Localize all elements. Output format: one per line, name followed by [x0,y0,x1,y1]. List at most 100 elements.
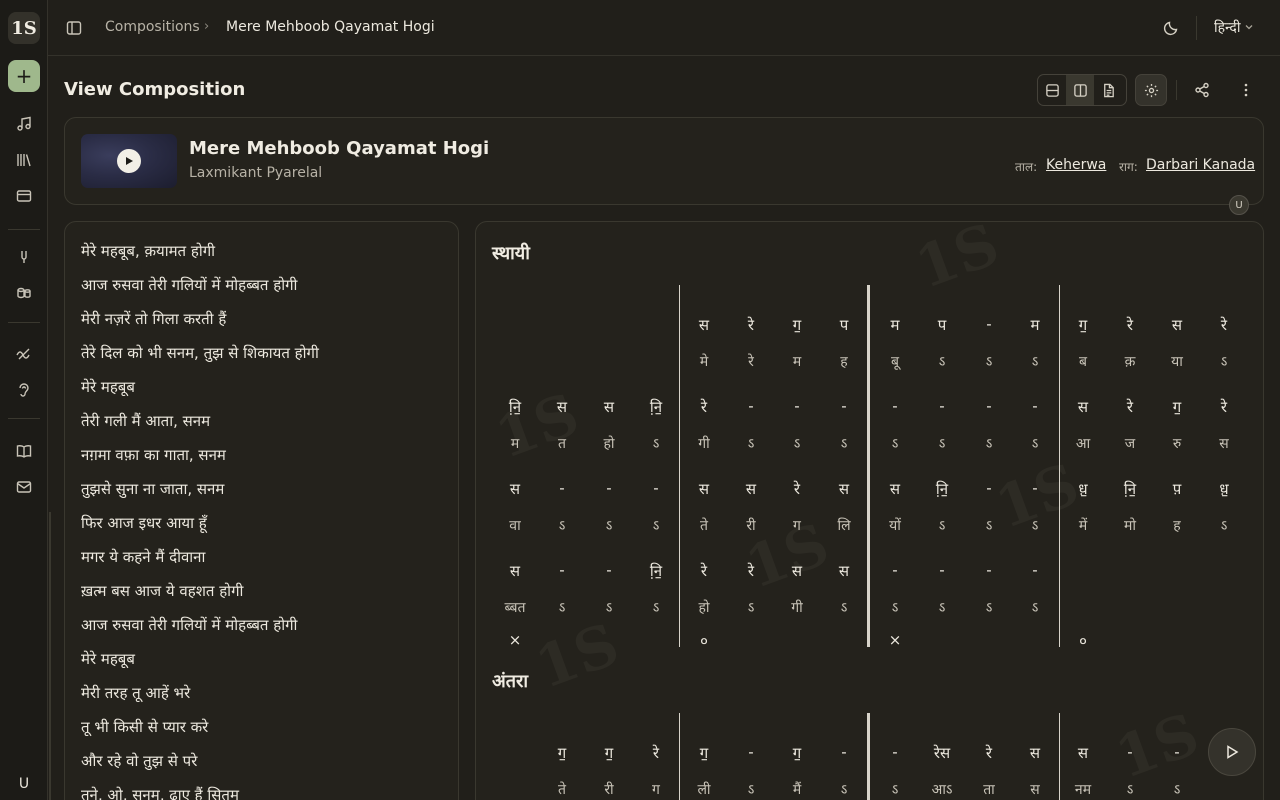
mail-icon[interactable] [14,477,34,497]
swara-cell[interactable]: - [1157,743,1197,761]
breadcrumb-compositions[interactable]: Compositions [105,19,200,35]
swara-cell[interactable]: प [824,315,864,335]
app-logo[interactable]: 1S [8,12,40,44]
sidebar-toggle-icon[interactable] [66,20,82,36]
swara-cell[interactable]: रे [731,561,771,581]
new-composition-button[interactable]: + [8,60,40,92]
swara-cell[interactable]: - [636,479,676,497]
swara-cell[interactable]: स [1015,743,1055,763]
swara-cell[interactable]: रे [684,397,724,417]
swara-cell[interactable]: रे [1204,397,1244,417]
swara-cell[interactable]: - [1015,479,1055,497]
swara-cell[interactable]: रे [636,743,676,763]
swara-cell[interactable]: ग॒ [1063,315,1103,335]
swara-cell[interactable]: रे [777,479,817,499]
swara-cell[interactable]: ग॒ [777,743,817,763]
swara-cell[interactable]: - [969,315,1009,333]
swara-cell[interactable]: - [922,397,962,415]
swara-cell[interactable]: ग॒ [684,743,724,763]
swara-cell[interactable]: - [731,743,771,761]
swara-cell[interactable]: नि़॒ [922,479,962,499]
song-thumbnail[interactable] [81,134,177,188]
tuning-fork-icon[interactable] [14,247,34,267]
swara-cell[interactable]: रे [684,561,724,581]
swara-cell[interactable]: ग॒ [1157,397,1197,417]
swara-cell[interactable]: ग॒ [777,315,817,335]
moon-icon[interactable] [1163,20,1179,36]
swara-cell[interactable]: - [875,397,915,415]
swara-cell[interactable]: नि़॒ [636,561,676,581]
swara-cell[interactable]: म [875,315,915,335]
swara-cell[interactable]: म [1015,315,1055,335]
thumbnail-play-button[interactable] [117,149,141,173]
waveform-icon[interactable] [14,344,34,364]
swara-cell[interactable]: - [542,561,582,579]
swara-cell[interactable]: स [495,561,535,581]
music-note-icon[interactable] [14,114,34,134]
swara-cell[interactable]: - [824,397,864,415]
raga-link[interactable]: Darbari Kanada [1146,157,1255,173]
swara-cell[interactable]: - [542,479,582,497]
swara-cell[interactable]: नि़॒ [1110,479,1150,499]
more-options-icon[interactable] [1238,82,1254,98]
swara-cell[interactable]: रे [1110,397,1150,417]
swara-cell[interactable]: ध़॒ [1063,479,1103,499]
swara-cell[interactable]: स [1063,397,1103,417]
tabla-icon[interactable] [14,283,34,303]
swara-cell[interactable]: स [1157,315,1197,335]
swara-cell[interactable]: स [1063,743,1103,763]
swara-cell[interactable]: स [824,561,864,581]
swara-cell[interactable]: स [777,561,817,581]
swara-cell[interactable]: स [542,397,582,417]
ear-icon[interactable] [14,380,34,400]
tal-link[interactable]: Keherwa [1046,157,1106,173]
swara-cell[interactable]: - [1015,397,1055,415]
swara-cell[interactable]: रे [1204,315,1244,335]
swara-cell[interactable]: - [969,479,1009,497]
swara-cell[interactable]: - [1110,743,1150,761]
collaborator-avatar[interactable]: U [1229,195,1249,215]
swara-cell[interactable]: रे [731,315,771,335]
share-icon[interactable] [1194,82,1210,98]
language-selector[interactable]: हिन्दी [1214,18,1240,37]
swara-cell[interactable]: नि़॒ [636,397,676,417]
playback-button[interactable] [1208,728,1256,776]
split-view-button[interactable] [1066,75,1094,105]
settings-button[interactable] [1135,74,1167,106]
swara-cell[interactable]: - [875,743,915,761]
swara-cell[interactable]: - [589,561,629,579]
swara-cell[interactable]: स [875,479,915,499]
swara-cell[interactable]: - [969,561,1009,579]
swara-cell[interactable]: - [969,397,1009,415]
library-icon[interactable] [14,150,34,170]
swara-cell[interactable]: - [589,479,629,497]
stacked-view-button[interactable] [1038,75,1066,105]
swara-cell[interactable]: - [875,561,915,579]
swara-cell[interactable]: ध़॒ [1204,479,1244,499]
swara-cell[interactable]: स [684,479,724,499]
swara-cell[interactable]: रेस [922,743,962,763]
swara-cell[interactable]: ग॒ [589,743,629,763]
swara-cell[interactable]: स [589,397,629,417]
swara-cell[interactable]: - [777,397,817,415]
user-avatar[interactable]: U [10,772,38,796]
swara-cell[interactable]: - [731,397,771,415]
swara-cell[interactable]: प [922,315,962,335]
swara-cell[interactable]: ग॒ [542,743,582,763]
swara-cell[interactable]: - [922,561,962,579]
swara-cell[interactable]: स [824,479,864,499]
swara-cell[interactable]: स [495,479,535,499]
sidebar-scrollbar[interactable] [49,512,51,800]
swara-cell[interactable]: रे [1110,315,1150,335]
card-icon[interactable] [14,186,34,206]
swara-cell[interactable]: रे [969,743,1009,763]
swara-cell[interactable]: - [824,743,864,761]
book-icon[interactable] [14,441,34,461]
swara-cell[interactable]: - [1015,561,1055,579]
document-view-button[interactable] [1094,75,1122,105]
chevron-down-icon[interactable] [1244,22,1254,32]
swara-cell[interactable]: स [684,315,724,335]
swara-cell[interactable]: प़ [1157,479,1197,499]
swara-cell[interactable]: स [731,479,771,499]
swara-cell[interactable]: नि़॒ [495,397,535,417]
